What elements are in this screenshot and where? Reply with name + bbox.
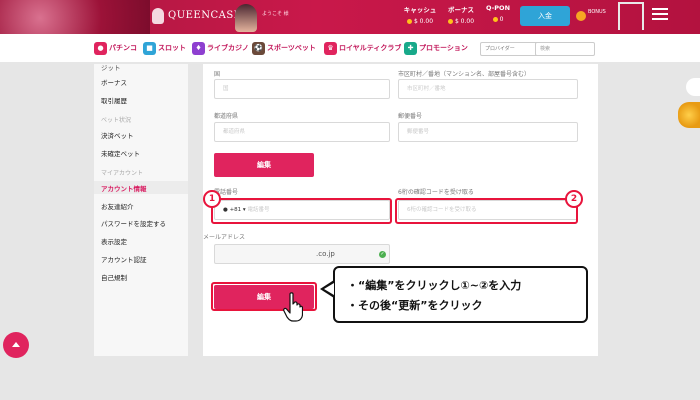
sidebar-item-deposit[interactable]: ジット [101,62,121,72]
prefecture-field[interactable]: 都道府県 [214,122,390,142]
instruction-callout: ・“編集”をクリックし①~②を入力 ・その後“更新”をクリック [333,266,588,323]
prefecture-label: 都道府県 [214,113,239,120]
sidebar-item-set-password[interactable]: パスワードを設定する [101,218,166,228]
verified-check-icon: ✓ [379,251,386,258]
nav-sports-bet[interactable]: ⚽ スポーツベット [252,41,316,55]
search-input[interactable]: 検索 [535,42,595,56]
postal-label: 郵便番号 [398,113,423,120]
pachinko-icon: ● [94,41,107,55]
edit-address-button[interactable]: 編集 [214,153,314,177]
email-value: .co.jp [316,250,335,258]
sidebar-item-verification[interactable]: アカウント認証 [101,254,147,264]
sports-icon: ⚽ [252,41,265,55]
country-label: 国 [214,71,221,78]
email-field[interactable] [214,244,390,264]
country-field[interactable]: 国 [214,79,390,99]
trophy-icon[interactable] [678,102,700,128]
nav-loyalty-club[interactable]: ♛ ロイヤルティクラブ [324,41,401,55]
hamburger-menu-icon[interactable] [652,8,668,24]
callout-pointer-inner [324,283,334,295]
postal-field[interactable]: 郵便番号 [398,122,578,142]
highlight-phone [211,198,392,224]
live-casino-icon: ♦ [192,41,205,55]
slot-icon: ■ [143,41,156,55]
sidebar-item-history[interactable]: 取引履歴 [101,95,127,105]
bell-icon[interactable] [686,78,700,96]
welcome-text: ようこそ 様 [262,11,289,17]
instruction-line-2: ・その後“更新”をクリック [347,299,483,312]
hand-cursor-icon [283,292,303,322]
nav-slot[interactable]: ■ スロット [143,41,186,55]
nav-promotion[interactable]: ✚ プロモーション [404,41,468,55]
sms-label: 6桁の確認コードを受け取る [398,189,474,196]
nav-live-casino[interactable]: ♦ ライブカジノ [192,41,249,55]
crown-nav-icon: ♛ [324,41,337,55]
provider-select[interactable]: プロバイダー [480,42,540,56]
goal-icon[interactable] [618,2,644,30]
balance-bonus: ボーナス $ 0.00 [442,4,480,25]
sidebar-item-account-info[interactable]: アカウント情報 [101,183,147,193]
scroll-to-top-button[interactable] [3,332,29,358]
sidebar-item-bonus[interactable]: ボーナス [101,77,127,87]
balance-cash: キャッシュ $ 0.00 [400,4,440,25]
crown-icon [152,8,164,24]
sidebar-item-self-exclusion[interactable]: 自己規制 [101,272,127,282]
nav-pachinko[interactable]: ● パチンコ [94,41,137,55]
sidebar-item-settled-bet[interactable]: 決済ベット [101,130,134,140]
sidebar-item-display-settings[interactable]: 表示設定 [101,236,127,246]
category-nav: ● パチンコ ■ スロット ♦ ライブカジノ ⚽ スポーツベット ♛ ロイヤルティクラブ … [0,34,700,62]
roulette-banner [0,0,150,34]
step-2-marker: 2 [565,190,583,208]
email-label: メールアドレス [203,234,246,241]
coin-icon [576,11,586,21]
instruction-line-1: ・“編集”をクリックし①~②を入力 [347,279,522,292]
sidebar-section-bet: ベット状況 [101,117,132,124]
city-field[interactable]: 市区町村／番地 [398,79,578,99]
bonus-badge[interactable]: BONUS [576,7,614,25]
balance-qpon: Q-PON 0 [483,4,513,23]
mascot-image [235,4,257,32]
city-label: 市区町村／番地（マンション名、部屋番号含む） [398,71,531,78]
gift-icon: ✚ [404,41,417,55]
account-sidebar: ジット ボーナス 取引履歴 ベット状況 決済ベット 未確定ベット マイアカウント… [94,64,188,356]
sidebar-section-account: マイアカウント [101,170,144,177]
highlight-sms [395,198,578,224]
sidebar-item-open-bet[interactable]: 未確定ベット [101,148,140,158]
sidebar-item-referral[interactable]: お友達紹介 [101,201,134,211]
site-header: QUEENCASINO ようこそ 様 キャッシュ $ 0.00 ボーナス $ 0… [0,0,700,34]
step-1-marker: 1 [203,190,221,208]
deposit-button[interactable]: 入金 [520,6,570,26]
